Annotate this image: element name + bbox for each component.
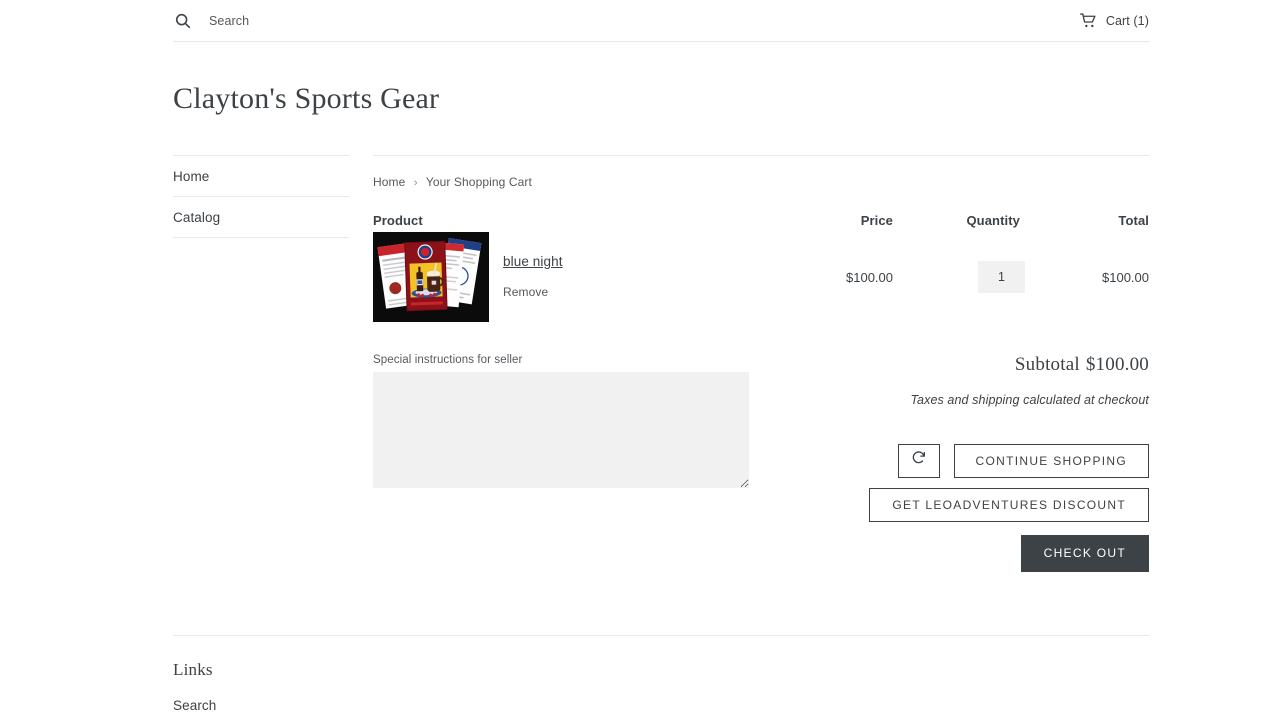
breadcrumb-current: Your Shopping Cart	[426, 175, 532, 189]
sidebar-nav: Home Catalog	[173, 155, 349, 238]
cart-table: Product Price Quantity Total	[373, 213, 1149, 322]
continue-shopping-button[interactable]: Continue shopping	[954, 444, 1149, 478]
breadcrumb-separator-icon: ›	[414, 177, 418, 189]
checkout-button[interactable]: Check out	[1021, 535, 1149, 572]
cell-quantity	[893, 232, 1025, 322]
cart-link[interactable]: Cart (1)	[1080, 13, 1149, 28]
product-cell-content: blue night Remove	[373, 232, 761, 322]
cart-actions-row-3: Check out	[679, 522, 1149, 572]
subtotal-label: Subtotal	[1015, 354, 1080, 375]
refresh-icon	[911, 445, 927, 477]
subtotal-row: Subtotal $100.00	[679, 354, 1149, 376]
cart-table-head: Product Price Quantity Total	[373, 213, 1149, 232]
cart-table-body: blue night Remove $100.00 $100.00	[373, 232, 1149, 322]
shopping-cart-icon	[1080, 13, 1097, 28]
main-column: Home › Your Shopping Cart Product Price …	[373, 155, 1149, 594]
page-container: Search Cart (1) Clayton's Sports Gear Ho…	[173, 0, 1149, 42]
top-bar: Search Cart (1)	[173, 0, 1149, 42]
column-header-quantity: Quantity	[893, 213, 1025, 232]
search-label[interactable]: Search	[209, 14, 249, 28]
cart-count-label[interactable]: Cart (1)	[1106, 14, 1149, 28]
sidebar-item-home[interactable]: Home	[173, 155, 349, 197]
subtotal-amount: $100.00	[1086, 354, 1149, 375]
breadcrumb-home[interactable]: Home	[373, 175, 405, 189]
totals-group: Subtotal $100.00 Taxes and shipping calcu…	[679, 354, 1149, 572]
column-header-price: Price	[761, 213, 893, 232]
column-header-total: Total	[1025, 213, 1149, 232]
site-footer: Links Search	[173, 635, 1149, 715]
quantity-input[interactable]	[978, 261, 1025, 293]
remove-item-link[interactable]: Remove	[503, 285, 548, 299]
cell-total: $100.00	[1025, 232, 1149, 322]
cart-page: Search Cart (1) Clayton's Sports Gear Ho…	[0, 0, 1280, 720]
product-name-link[interactable]: blue night	[503, 254, 563, 269]
footer-link-search[interactable]: Search	[173, 698, 216, 713]
store-title[interactable]: Clayton's Sports Gear	[173, 82, 439, 116]
search-icon[interactable]	[174, 12, 192, 30]
tax-shipping-note: Taxes and shipping calculated at checkou…	[679, 393, 1149, 407]
cell-price: $100.00	[761, 232, 893, 322]
update-cart-button[interactable]	[898, 444, 940, 478]
cell-product: blue night Remove	[373, 232, 761, 322]
product-brochure-thumbnail-art	[373, 232, 489, 322]
cart-footer-section: Special instructions for seller Subtotal…	[373, 354, 1149, 594]
footer-heading: Links	[173, 636, 1149, 680]
cart-actions-row-2: Get LeoAdventures Discount	[679, 488, 1149, 522]
product-details: blue night Remove	[489, 232, 563, 301]
get-discount-button[interactable]: Get LeoAdventures Discount	[869, 488, 1149, 522]
column-header-product: Product	[373, 213, 761, 232]
search-control[interactable]: Search	[174, 12, 249, 30]
breadcrumb: Home › Your Shopping Cart	[373, 156, 1149, 189]
cart-actions-row-1: Continue shopping	[679, 444, 1149, 478]
product-thumbnail[interactable]	[373, 232, 489, 322]
sidebar-item-catalog[interactable]: Catalog	[173, 197, 349, 238]
cart-header-row: Product Price Quantity Total	[373, 213, 1149, 232]
table-row: blue night Remove $100.00 $100.00	[373, 232, 1149, 322]
